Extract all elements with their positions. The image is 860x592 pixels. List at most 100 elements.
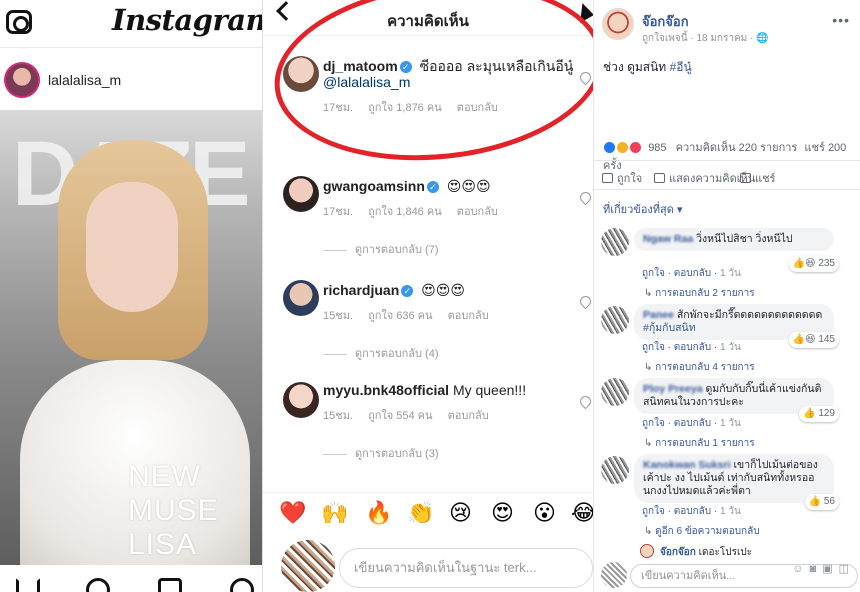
comment-time: 1 วัน xyxy=(720,506,741,517)
avatar[interactable] xyxy=(601,456,629,484)
instagram-comments-panel: ความคิดเห็น dj_matoom ✓ ซีออออ ละมุนเหลือ… xyxy=(263,0,593,592)
reply-link[interactable]: ตอบกลับ xyxy=(674,506,711,517)
reply-button[interactable]: ตอบกลับ xyxy=(448,310,489,322)
like-link[interactable]: ถูกใจ xyxy=(642,342,665,353)
reaction-count: 56 xyxy=(823,496,835,507)
sticker-icon[interactable]: ◫ xyxy=(839,563,855,575)
view-replies-link[interactable]: การตอบกลับ 1 รายการ xyxy=(644,436,754,451)
instagram-header: Instagram xyxy=(0,0,262,48)
composer-icons: ☺◙▣◫ xyxy=(792,562,855,575)
haha-reaction-icon xyxy=(616,141,630,154)
comment-time: 1 วัน xyxy=(720,418,741,429)
reply-link[interactable]: ตอบกลับ xyxy=(674,418,711,429)
comment-likes[interactable]: ถูกใจ 554 คน xyxy=(368,410,432,422)
commenter-name[interactable]: Ploy Preeya xyxy=(643,383,703,395)
comment-sort-dropdown[interactable]: ที่เกี่ยวข้องที่สุด ▾ xyxy=(603,200,683,218)
emoji-heart-eyes[interactable]: 😍 xyxy=(491,501,514,525)
avatar[interactable] xyxy=(601,228,629,256)
avatar[interactable] xyxy=(601,378,629,406)
avatar xyxy=(601,562,627,588)
comment-meta: 17ชม. ถูกใจ 1,846 คน ตอบกลับ xyxy=(323,202,510,220)
avatar[interactable] xyxy=(601,306,629,334)
view-replies-link[interactable]: ดูการตอบกลับ (3) xyxy=(323,444,439,462)
reply-button[interactable]: ตอบกลับ xyxy=(448,410,489,422)
heart-icon[interactable] xyxy=(230,578,254,592)
view-replies-link[interactable]: ดูอีก 6 ข้อความตอบกลับ xyxy=(644,524,759,539)
comment-username[interactable]: gwangoamsinn xyxy=(323,178,425,194)
bottom-nav xyxy=(0,572,262,592)
emoji-clap[interactable]: 👏 xyxy=(407,501,434,525)
avatar[interactable] xyxy=(4,62,40,98)
comment-time: 1 วัน xyxy=(720,268,741,279)
add-post-icon[interactable] xyxy=(158,578,182,592)
comment-count[interactable]: ความคิดเห็น 220 รายการ xyxy=(676,142,798,154)
comment-hashtag[interactable]: #กุ้มกับสนิท xyxy=(643,322,696,334)
comment-input[interactable]: เขียนความคิดเห็นในฐานะ terk... xyxy=(339,548,593,588)
comment-likes[interactable]: ถูกใจ 1,846 คน xyxy=(368,206,442,218)
comment-time: 1 วัน xyxy=(720,342,741,353)
emoji-crying[interactable]: 😢 xyxy=(449,501,472,525)
facebook-post-panel: จ๊อกจ๊อก ถูกใจเพจนี้ · 18 มกราคม · 🌐 •••… xyxy=(593,0,860,592)
avatar[interactable] xyxy=(283,382,319,418)
comment-reactions[interactable]: 👍😆 145 xyxy=(788,332,839,348)
photo-caption-line: MUSE xyxy=(128,494,219,527)
comment-icon xyxy=(654,173,665,183)
comment-body: 😍😍😍 xyxy=(446,178,491,194)
comment-meta: 15ชม. ถูกใจ 554 คน ตอบกลับ xyxy=(323,406,501,424)
emoji-surprised[interactable]: 😮 xyxy=(533,501,556,525)
like-heart-icon[interactable] xyxy=(577,189,593,206)
comment-body: วิ่งหนีไปสิชา วิ่งหนีไป xyxy=(696,233,793,245)
view-replies-link[interactable]: การตอบกลับ 2 รายการ xyxy=(644,286,754,301)
like-link[interactable]: ถูกใจ xyxy=(642,506,665,517)
post-photo[interactable]: DAZE NEW MUSE LISA xyxy=(0,110,262,565)
like-heart-icon[interactable] xyxy=(577,393,593,410)
view-replies-link[interactable]: ดูการตอบกลับ (7) xyxy=(323,240,439,258)
home-icon[interactable] xyxy=(16,578,40,592)
emoji-raised-hands[interactable]: 🙌 xyxy=(321,501,348,525)
comment-reactions[interactable]: 👍 56 xyxy=(804,494,839,510)
post-meta-text: ถูกใจเพจนี้ · 18 มกราคม · xyxy=(642,33,754,44)
reply-link[interactable]: ตอบกลับ xyxy=(674,342,711,353)
page-name[interactable]: จ๊อกจ๊อก xyxy=(642,11,689,32)
like-heart-icon[interactable] xyxy=(577,293,593,310)
post-username[interactable]: lalalalisa_m xyxy=(48,72,121,88)
comment-reactions[interactable]: 👍😆 235 xyxy=(788,256,839,272)
comment-likes[interactable]: ถูกใจ 636 คน xyxy=(368,310,432,322)
reply-link[interactable]: ตอบกลับ xyxy=(674,268,711,279)
like-link[interactable]: ถูกใจ xyxy=(642,418,665,429)
comment-username[interactable]: myyu.bnk48official xyxy=(323,382,449,398)
commenter-name[interactable]: Kanokwan Suksri xyxy=(643,459,731,471)
comment-reactions[interactable]: 👍 129 xyxy=(799,406,839,422)
search-icon[interactable] xyxy=(86,578,110,592)
share-icon xyxy=(740,173,751,183)
gif-icon[interactable]: ▣ xyxy=(822,563,838,575)
camera-icon[interactable]: ◙ xyxy=(810,563,823,575)
commenter-name[interactable]: Panee xyxy=(643,309,674,321)
avatar[interactable] xyxy=(283,280,319,316)
like-link[interactable]: ถูกใจ xyxy=(642,268,665,279)
view-replies-link[interactable]: การตอบกลับ 4 รายการ xyxy=(644,360,754,375)
reply-author[interactable]: จ๊อกจ๊อก xyxy=(660,547,696,558)
reaction-count[interactable]: 985 xyxy=(648,142,666,154)
emoji-laughing[interactable]: 😂 xyxy=(571,501,593,525)
commenter-name[interactable]: Ngaw Raa xyxy=(643,233,693,245)
avatar[interactable] xyxy=(283,176,319,212)
avatar[interactable] xyxy=(640,544,654,558)
avatar[interactable] xyxy=(602,8,634,40)
emoji-heart[interactable]: ❤️ xyxy=(279,501,306,525)
more-options-icon[interactable]: ••• xyxy=(832,12,850,28)
post-hashtag[interactable]: #อีนู๋ xyxy=(670,60,692,74)
comment-username[interactable]: richardjuan xyxy=(323,282,399,298)
like-reaction-icon xyxy=(603,141,616,154)
camera-icon[interactable] xyxy=(6,10,32,34)
view-replies-link[interactable]: ดูการตอบกลับ (4) xyxy=(323,344,439,362)
emoji-icon[interactable]: ☺ xyxy=(792,563,809,575)
comment-composer: เขียนความคิดเห็น... ☺◙▣◫ xyxy=(594,558,860,592)
like-button[interactable]: ถูกใจ xyxy=(602,169,642,187)
share-button[interactable]: แชร์ xyxy=(740,169,775,187)
emoji-fire[interactable]: 🔥 xyxy=(365,501,392,525)
sort-label: ที่เกี่ยวข้องที่สุด xyxy=(603,204,674,216)
reply-button[interactable]: ตอบกลับ xyxy=(457,206,498,218)
instagram-post-panel: Instagram lalalalisa_m DAZE NEW MUSE LIS… xyxy=(0,0,263,592)
love-reaction-icon xyxy=(629,141,643,154)
